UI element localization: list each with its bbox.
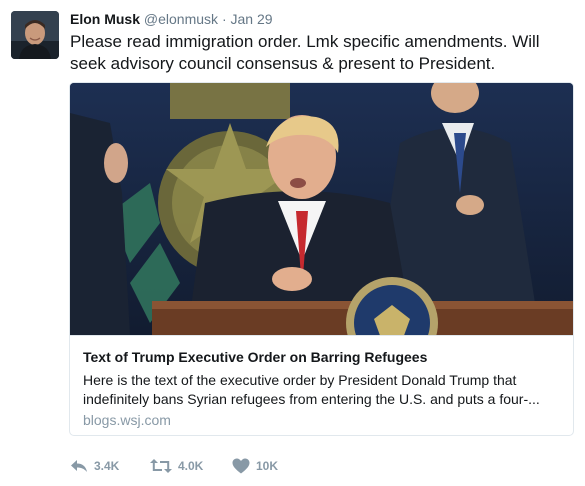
like-button[interactable]: 10K — [232, 456, 278, 476]
card-title[interactable]: Text of Trump Executive Order on Barring… — [83, 348, 563, 366]
retweet-count: 4.0K — [178, 459, 204, 473]
separator: · — [221, 11, 227, 27]
reply-button[interactable]: 3.4K — [70, 456, 119, 476]
tweet: Elon Musk @elonmusk · Jan 29 Please read… — [0, 0, 585, 486]
card-body[interactable]: Text of Trump Executive Order on Barring… — [70, 335, 573, 435]
avatar[interactable] — [11, 11, 59, 59]
card-domain[interactable]: blogs.wsj.com — [83, 411, 171, 429]
tweet-header: Elon Musk @elonmusk · Jan 29 — [70, 10, 273, 28]
timestamp[interactable]: Jan 29 — [231, 11, 273, 27]
display-name[interactable]: Elon Musk — [70, 11, 140, 27]
heart-icon — [232, 458, 250, 474]
retweet-icon — [150, 458, 172, 474]
reply-icon — [70, 458, 88, 474]
link-card[interactable]: Text of Trump Executive Order on Barring… — [69, 82, 574, 436]
retweet-button[interactable]: 4.0K — [150, 456, 203, 476]
card-image[interactable] — [70, 83, 573, 335]
tweet-text: Please read immigration order. Lmk speci… — [70, 32, 540, 73]
reply-count: 3.4K — [94, 459, 120, 473]
card-description: Here is the text of the executive order … — [83, 372, 540, 407]
user-handle[interactable]: @elonmusk — [144, 11, 218, 27]
like-count: 10K — [256, 459, 279, 473]
